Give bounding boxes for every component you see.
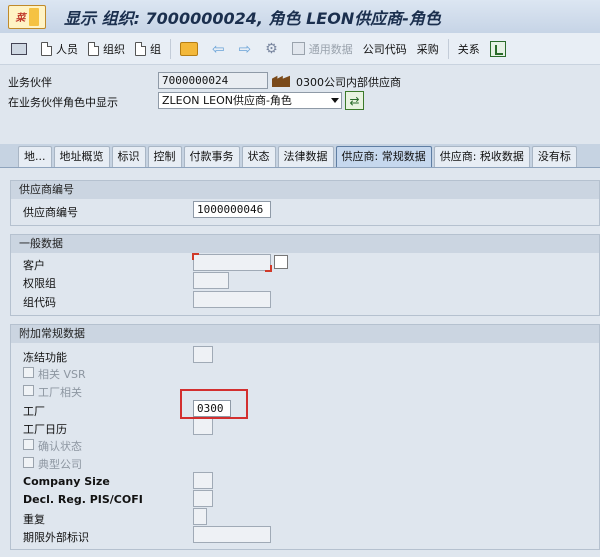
switch-icon: ⇄: [349, 93, 360, 108]
authorization-group-field[interactable]: [193, 272, 229, 289]
tools-icon: ⚙: [265, 40, 278, 57]
customer-label: 客户: [23, 259, 45, 272]
group-key-label: 组代码: [23, 296, 56, 309]
display-toggle-button[interactable]: [6, 37, 36, 61]
factory-icon: [272, 75, 290, 87]
tab-legal-data[interactable]: 法律数据: [277, 146, 334, 167]
decl-reg-label: Decl. Reg. PIS/COFI: [23, 493, 143, 506]
person-button[interactable]: 人员: [36, 37, 83, 61]
disk-icon: [291, 42, 305, 55]
company-code-label: 公司代码: [362, 42, 407, 56]
relevant-vsr-label: 相关 VSR: [38, 368, 86, 381]
additional-general-data-group: 附加常规数据 冻结功能 相关 VSR 工厂相关 工厂 0300 工厂日历 确认状…: [10, 324, 600, 550]
open-folder-button[interactable]: [175, 37, 207, 61]
group-button[interactable]: 组: [130, 37, 166, 61]
plant-related-label: 工厂相关: [38, 386, 82, 399]
forward-button[interactable]: ⇨: [234, 37, 261, 61]
document-icon: [41, 41, 52, 56]
company-size-label: Company Size: [23, 475, 110, 488]
factory-calendar-label: 工厂日历: [23, 423, 67, 436]
switch-role-button[interactable]: ⇄: [345, 91, 364, 110]
decl-reg-field[interactable]: [193, 490, 213, 507]
tab-address-short[interactable]: 地...: [18, 146, 52, 167]
relationships-button[interactable]: 关系: [453, 37, 485, 61]
person-label: 人员: [56, 42, 78, 56]
repeat-field[interactable]: [193, 508, 207, 525]
document-icon: [88, 41, 99, 56]
confirm-status-checkbox[interactable]: [23, 439, 34, 450]
document-icon: [135, 41, 146, 56]
purchasing-button[interactable]: 采购: [412, 37, 444, 61]
tab-control[interactable]: 控制: [147, 146, 182, 167]
plant-related-checkbox[interactable]: [23, 385, 34, 396]
application-toolbar: 人员 组织 组 ⇦ ⇨ ⚙ 通用数据 公司代码 采购 关系: [0, 33, 600, 65]
group-key-field[interactable]: [193, 291, 271, 308]
term-external-id-field[interactable]: [193, 526, 271, 543]
role-select[interactable]: ZLEON LEON供应商-角色: [158, 92, 342, 109]
title-bar: 菜 显示 组织: 7000000024, 角色 LEON供应商-角色: [0, 0, 600, 33]
tab-more[interactable]: 没有标: [531, 146, 577, 167]
tab-identification[interactable]: 标识: [111, 146, 146, 167]
factory-calendar-field[interactable]: [193, 418, 213, 435]
confirm-status-label: 确认状态: [38, 440, 82, 453]
company-size-field[interactable]: [193, 472, 213, 489]
purchasing-label: 采购: [416, 42, 439, 56]
plant-highlight-box: [180, 389, 248, 419]
general-data-group: 一般数据 客户 权限组 组代码: [10, 234, 600, 316]
chevron-down-icon: [331, 98, 339, 103]
tab-content: 供应商编号 供应商编号 1000000046 一般数据 客户 权限组 组代码 附…: [10, 168, 600, 557]
customer-field[interactable]: [192, 253, 272, 272]
organization-button[interactable]: 组织: [83, 37, 130, 61]
tab-payment-transactions[interactable]: 付款事务: [183, 146, 240, 167]
menu-chevron-icon: [28, 7, 39, 26]
settings-button[interactable]: ⚙: [260, 37, 287, 61]
arrow-right-icon: ⇨: [238, 39, 252, 58]
typical-company-checkbox[interactable]: [23, 457, 34, 468]
group-heading: 供应商编号: [11, 181, 599, 199]
folder-icon: [180, 41, 198, 56]
tab-address-overview[interactable]: 地址概览: [53, 146, 110, 167]
toolbar-separator: [447, 38, 449, 59]
typical-company-label: 典型公司: [38, 458, 82, 471]
window-title: 显示 组织: 7000000024, 角色 LEON供应商-角色: [64, 8, 441, 28]
back-button[interactable]: ⇦: [207, 37, 234, 61]
toolbar-separator: [170, 38, 171, 59]
repeat-label: 重复: [23, 513, 45, 526]
hierarchy-icon: [489, 40, 506, 57]
vendor-number-field[interactable]: 1000000046: [193, 201, 271, 218]
partner-description: 0300公司内部供应商: [296, 76, 401, 89]
sap-menu-button[interactable]: 菜: [8, 4, 46, 29]
group-label: 组: [150, 42, 161, 56]
general-data-button[interactable]: 通用数据: [287, 37, 358, 61]
value-help-icon[interactable]: [274, 255, 288, 269]
partner-field[interactable]: 7000000024: [158, 72, 268, 89]
role-select-value: ZLEON LEON供应商-角色: [162, 94, 292, 107]
header-area: 业务伙伴 7000000024 0300公司内部供应商 在业务伙伴角色中显示 Z…: [0, 66, 600, 146]
general-data-label: 通用数据: [308, 42, 353, 56]
freeze-function-field[interactable]: [193, 346, 213, 363]
organization-label: 组织: [103, 42, 125, 56]
sap-menu-icon: 菜: [15, 13, 26, 24]
plant-label: 工厂: [23, 405, 45, 418]
vendor-number-label: 供应商编号: [23, 206, 78, 219]
group-heading: 附加常规数据: [11, 325, 599, 343]
role-label: 在业务伙伴角色中显示: [8, 96, 118, 109]
tab-vendor-tax-data[interactable]: 供应商: 税收数据: [433, 146, 530, 167]
display-icon: [11, 42, 27, 55]
tab-strip: 地... 地址概览 标识 控制 付款事务 状态 法律数据 供应商: 常规数据 供…: [0, 144, 600, 168]
partner-label: 业务伙伴: [8, 76, 52, 89]
tab-vendor-general-data[interactable]: 供应商: 常规数据: [335, 146, 432, 167]
vendor-number-group: 供应商编号 供应商编号 1000000046: [10, 180, 600, 226]
term-external-id-label: 期限外部标识: [23, 531, 89, 544]
relevant-vsr-checkbox[interactable]: [23, 367, 34, 378]
company-code-button[interactable]: 公司代码: [358, 37, 412, 61]
hierarchy-button[interactable]: [485, 37, 515, 61]
freeze-function-label: 冻结功能: [23, 351, 67, 364]
relationships-label: 关系: [457, 42, 480, 56]
arrow-left-icon: ⇦: [212, 39, 225, 58]
group-heading: 一般数据: [11, 235, 599, 253]
authorization-group-label: 权限组: [23, 277, 56, 290]
tab-status[interactable]: 状态: [241, 146, 276, 167]
